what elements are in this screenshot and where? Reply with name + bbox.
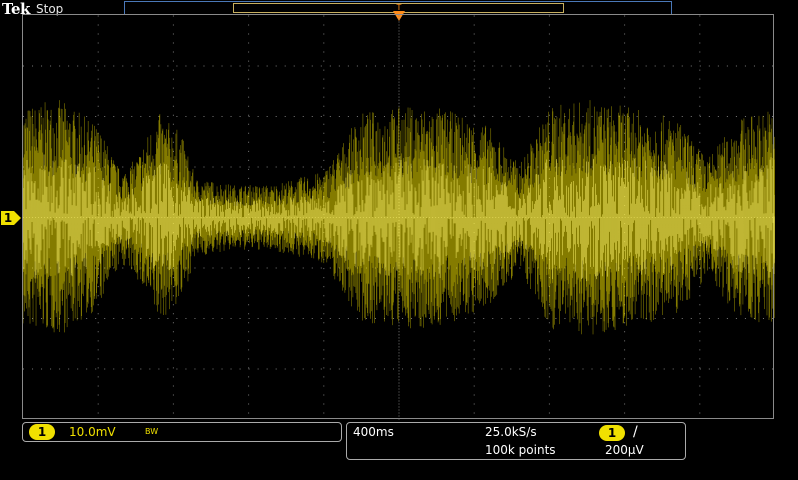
channel1-vertical-scale: 10.0mV	[69, 425, 116, 439]
oscilloscope-screen: Tek Stop T 1 1 10.0mV BW 400ms 25.0kS/s …	[0, 0, 798, 480]
horizontal-scale: 400ms	[353, 425, 394, 439]
record-length: 100k points	[485, 443, 556, 457]
trigger-source-badge: 1	[599, 425, 625, 441]
waveform-graticule	[22, 14, 775, 420]
trigger-level: 200µV	[605, 443, 644, 457]
waveform-plot	[23, 15, 775, 420]
svg-text:1: 1	[4, 211, 12, 225]
channel1-badge: 1	[29, 424, 55, 440]
channel1-ground-marker[interactable]: 1	[0, 209, 22, 227]
timebase-readout[interactable]: 400ms 25.0kS/s 100k points 1 / 200µV	[346, 422, 686, 460]
svg-text:T: T	[396, 3, 402, 12]
bandwidth-limit-indicator: BW	[145, 427, 159, 436]
trigger-slope-icon: /	[633, 424, 638, 440]
channel1-readout[interactable]: 1 10.0mV BW	[22, 422, 342, 442]
sample-rate: 25.0kS/s	[485, 425, 537, 439]
